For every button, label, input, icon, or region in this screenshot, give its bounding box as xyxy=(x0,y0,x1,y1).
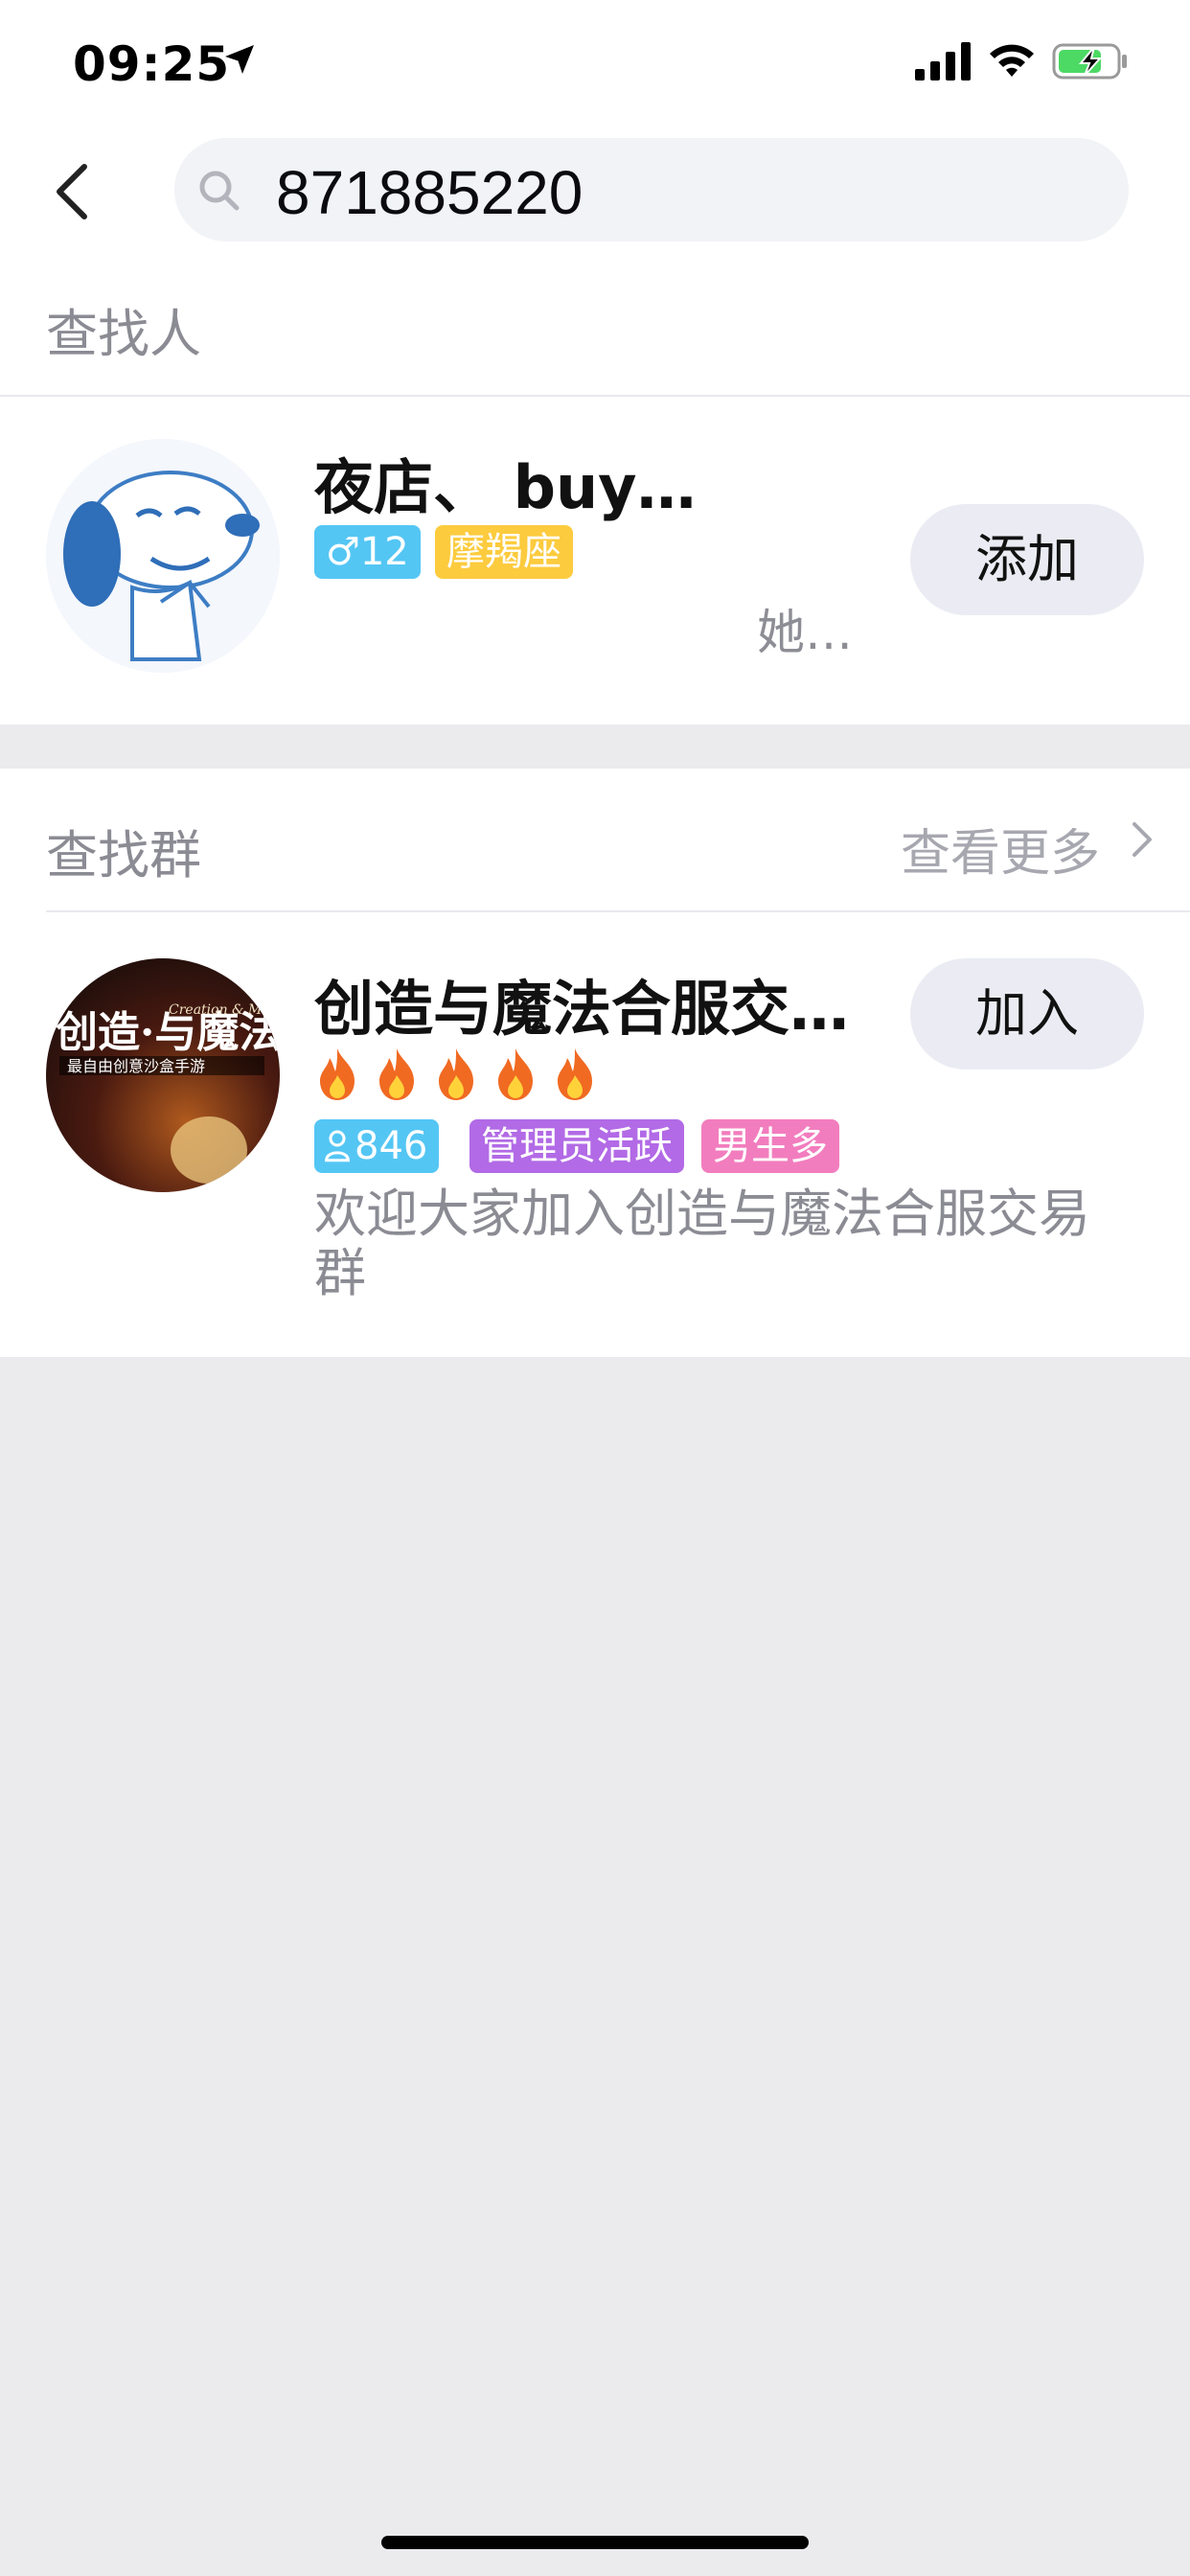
avatar-en-text: Creation & Magic xyxy=(169,1002,280,1018)
flame-icon xyxy=(439,1048,473,1100)
group-section-title: 查找群 xyxy=(46,825,201,886)
group-avatar-image: 创造·与魔法 Creation & Magic 最自由创意沙盒手游 xyxy=(46,958,280,1192)
flame-icon xyxy=(320,1048,355,1100)
join-group-button[interactable]: 加入 xyxy=(910,958,1144,1070)
gender-age-badge: ♂12 xyxy=(314,525,421,579)
zodiac-badge: 摩羯座 xyxy=(435,525,573,579)
search-icon xyxy=(199,171,240,211)
flame-icon xyxy=(379,1048,414,1100)
battery-charging-icon xyxy=(1052,43,1127,80)
flame-icon xyxy=(498,1048,533,1100)
person-outline-icon xyxy=(325,1130,350,1162)
group-description: 欢迎大家加入创造与魔法合服交易群 xyxy=(314,1184,1090,1303)
person-status-text: 她… xyxy=(757,605,853,660)
snoopy-avatar-image xyxy=(46,439,280,673)
flame-icon xyxy=(558,1048,592,1100)
back-chevron-icon[interactable] xyxy=(50,161,96,222)
activity-flames xyxy=(312,1046,600,1102)
member-count-badge: 846 xyxy=(314,1119,440,1173)
status-time: 09:25 xyxy=(73,36,231,92)
people-section-title: 查找人 xyxy=(46,304,201,364)
view-more-link[interactable]: 查看更多 xyxy=(901,813,1100,885)
group-avatar[interactable]: 创造·与魔法 Creation & Magic 最自由创意沙盒手游 xyxy=(46,958,280,1192)
content-area: 09:25 871885220 查找人 夜店、 buy… ♂12 摩羯座 她… … xyxy=(0,0,1190,1357)
cellular-signal-icon xyxy=(915,42,971,80)
home-indicator[interactable] xyxy=(381,2536,809,2549)
divider xyxy=(46,910,1190,912)
location-arrow-icon xyxy=(225,45,254,74)
divider xyxy=(0,395,1190,397)
chevron-right-icon[interactable] xyxy=(1129,820,1156,859)
person-name: 夜店、 buy… xyxy=(314,452,697,522)
add-friend-button[interactable]: 添加 xyxy=(910,504,1144,615)
member-count: 846 xyxy=(355,1124,428,1168)
section-separator xyxy=(0,724,1190,769)
group-name: 创造与魔法合服交… xyxy=(314,974,850,1044)
gender-ratio-badge: 男生多 xyxy=(701,1119,839,1173)
person-avatar[interactable] xyxy=(46,439,280,673)
avatar-sub-text: 最自由创意沙盒手游 xyxy=(67,1057,205,1075)
search-input-value[interactable]: 871885220 xyxy=(276,157,583,228)
wifi-icon xyxy=(990,44,1034,77)
search-field[interactable]: 871885220 xyxy=(174,138,1129,242)
admin-active-badge: 管理员活跃 xyxy=(469,1119,684,1173)
